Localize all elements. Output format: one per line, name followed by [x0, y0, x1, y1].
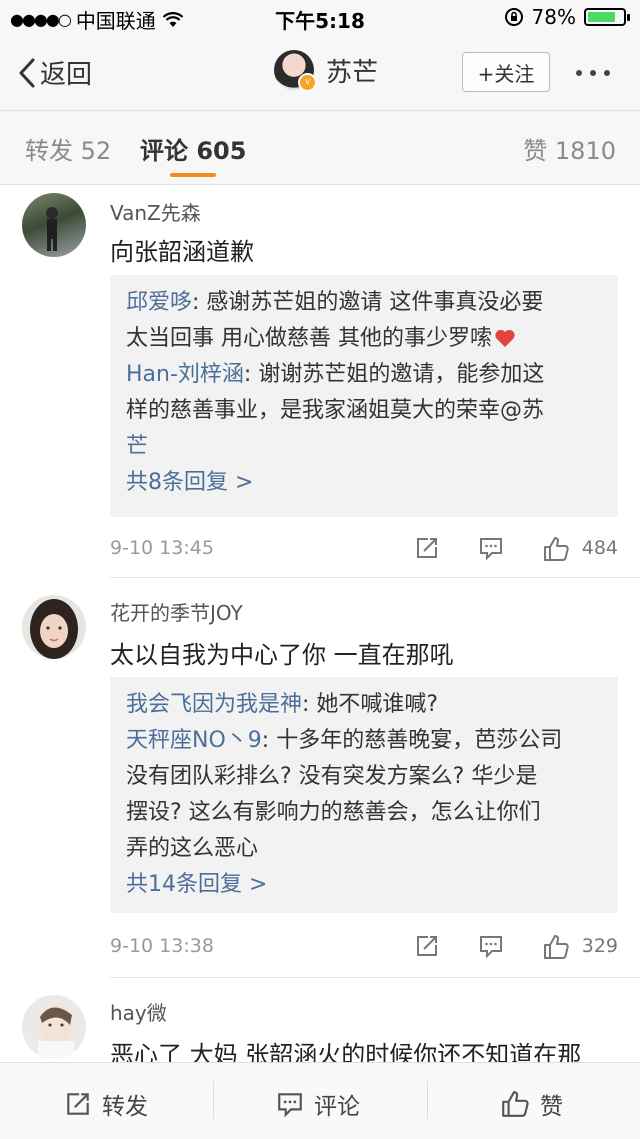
tab-repost[interactable]: 转发 52 [25, 131, 111, 166]
like-icon[interactable] [542, 933, 570, 961]
avatar[interactable]: v [274, 50, 317, 92]
reply-text: 谢谢苏芒姐的邀请，能参加这 [258, 362, 545, 387]
divider [110, 977, 640, 978]
repost-icon[interactable] [414, 933, 440, 959]
reply-text: 没有团队彩排么? 没有突发方案么? 华少是 [126, 764, 538, 789]
reply-text: 感谢苏芒姐的邀请 这件事真没必要 [206, 290, 544, 315]
tab-comment[interactable]: 评论 605 [140, 131, 246, 166]
comment-icon[interactable] [478, 933, 504, 959]
comment-username[interactable]: 花开的季节JOY [110, 597, 243, 626]
comment-icon [278, 1093, 302, 1118]
reply-username[interactable]: Han-刘梓涵 [126, 362, 244, 387]
user-name: 苏芒 [326, 57, 379, 88]
reply-item-cont: 没有团队彩排么? 没有突发方案么? 华少是 [126, 759, 602, 795]
battery-info: 78% [504, 5, 630, 29]
reply-text: 芒 [126, 434, 149, 459]
like-label: 赞 [540, 1094, 563, 1120]
battery-level [588, 12, 615, 22]
like-button[interactable]: 赞 [500, 1087, 563, 1121]
avatar[interactable] [22, 595, 86, 659]
reply-item-cont: 样的慈善事业，是我家涵姐莫大的荣幸@苏 [126, 393, 602, 429]
back-label: 返回 [40, 60, 93, 90]
divider [427, 1081, 428, 1119]
avatar[interactable] [22, 995, 86, 1059]
like-count: 484 [581, 537, 618, 559]
comment-meta: 9-10 13:38 329 [110, 933, 618, 963]
reply-text: 样的慈善事业，是我家涵姐莫大的荣幸@苏 [126, 398, 545, 423]
reply-box[interactable]: 我会飞因为我是神: 她不喊谁喊? 天秤座NO丶9: 十多年的慈善晚宴，芭莎公司 … [110, 677, 618, 913]
reply-text: 十多年的慈善晚宴，芭莎公司 [276, 728, 563, 753]
reply-box[interactable]: 邱爱哆: 感谢苏芒姐的邀请 这件事真没必要 太当回事 用心做慈善 其他的事少罗嗦… [110, 275, 618, 517]
repost-icon[interactable] [414, 535, 440, 561]
comment-icon[interactable] [478, 535, 504, 561]
more-replies-link[interactable]: 共8条回复 > [126, 465, 602, 501]
repost-label: 转发 [102, 1094, 148, 1120]
comment-time: 9-10 13:45 [110, 537, 214, 559]
reply-text: 弄的这么恶心 [126, 836, 259, 861]
bottom-action-bar: 转发 评论 赞 [0, 1062, 640, 1139]
verified-badge-icon: v [298, 73, 317, 92]
follow-button[interactable]: +关注 [462, 52, 550, 92]
repost-button[interactable]: 转发 [64, 1087, 148, 1121]
reply-text: 摆设? 这么有影响力的慈善会，怎么让你们 [126, 800, 541, 825]
tab-bar: 转发 52 评论 605 赞 1810 [0, 111, 640, 185]
back-button[interactable]: 返回 [18, 54, 92, 91]
orientation-lock-icon [504, 8, 523, 26]
more-options-icon[interactable] [576, 70, 610, 76]
avatar[interactable] [22, 193, 86, 257]
tab-like[interactable]: 赞 1810 [523, 131, 616, 166]
battery-icon [584, 8, 630, 26]
active-tab-indicator [170, 173, 216, 177]
comment-text: 太以自我为中心了你 一直在那吼 [110, 641, 454, 669]
comment-username[interactable]: VanZ先森 [110, 197, 201, 226]
comment-time: 9-10 13:38 [110, 935, 214, 957]
reply-item: Han-刘梓涵: 谢谢苏芒姐的邀请，能参加这 [126, 362, 545, 387]
reply-item-cont: 摆设? 这么有影响力的慈善会，怎么让你们 [126, 795, 602, 831]
reply-item-cont: 芒 [126, 429, 602, 465]
reply-username[interactable]: 邱爱哆 [126, 290, 192, 315]
comment-text: 向张韶涵道歉 [110, 238, 254, 266]
divider [110, 577, 640, 578]
reply-username[interactable]: 我会飞因为我是神 [126, 692, 302, 717]
heart-icon [495, 329, 515, 347]
comment-label: 评论 [314, 1094, 360, 1120]
reply-item-cont: 太当回事 用心做慈善 其他的事少罗嗦 [126, 321, 602, 357]
comment-username[interactable]: hay微 [110, 997, 167, 1026]
chevron-left-icon [19, 58, 35, 87]
reply-text: 她不喊谁喊? [316, 692, 439, 717]
profile-header[interactable]: v 苏芒 [274, 50, 379, 92]
reply-username[interactable]: 天秤座NO丶9 [126, 728, 262, 753]
nav-bar: 返回 v 苏芒 +关注 [0, 36, 640, 111]
comment-meta: 9-10 13:45 484 [110, 535, 618, 565]
repost-icon [67, 1093, 89, 1115]
reply-text: 太当回事 用心做慈善 其他的事少罗嗦 [126, 326, 492, 351]
more-replies-link[interactable]: 共14条回复 > [126, 867, 602, 903]
reply-item: 我会飞因为我是神: 她不喊谁喊? [126, 692, 439, 717]
like-icon [502, 1091, 529, 1117]
reply-item: 邱爱哆: 感谢苏芒姐的邀请 这件事真没必要 [126, 290, 544, 315]
comment-button[interactable]: 评论 [276, 1087, 360, 1121]
battery-percent: 78% [531, 5, 576, 29]
like-count: 329 [581, 935, 618, 957]
like-icon[interactable] [542, 535, 570, 563]
reply-item: 天秤座NO丶9: 十多年的慈善晚宴，芭莎公司 [126, 728, 563, 753]
reply-item-cont: 弄的这么恶心 [126, 831, 602, 867]
divider [213, 1081, 214, 1119]
status-bar: ●●●●○ 中国联通 下午5:18 78% [0, 0, 640, 36]
